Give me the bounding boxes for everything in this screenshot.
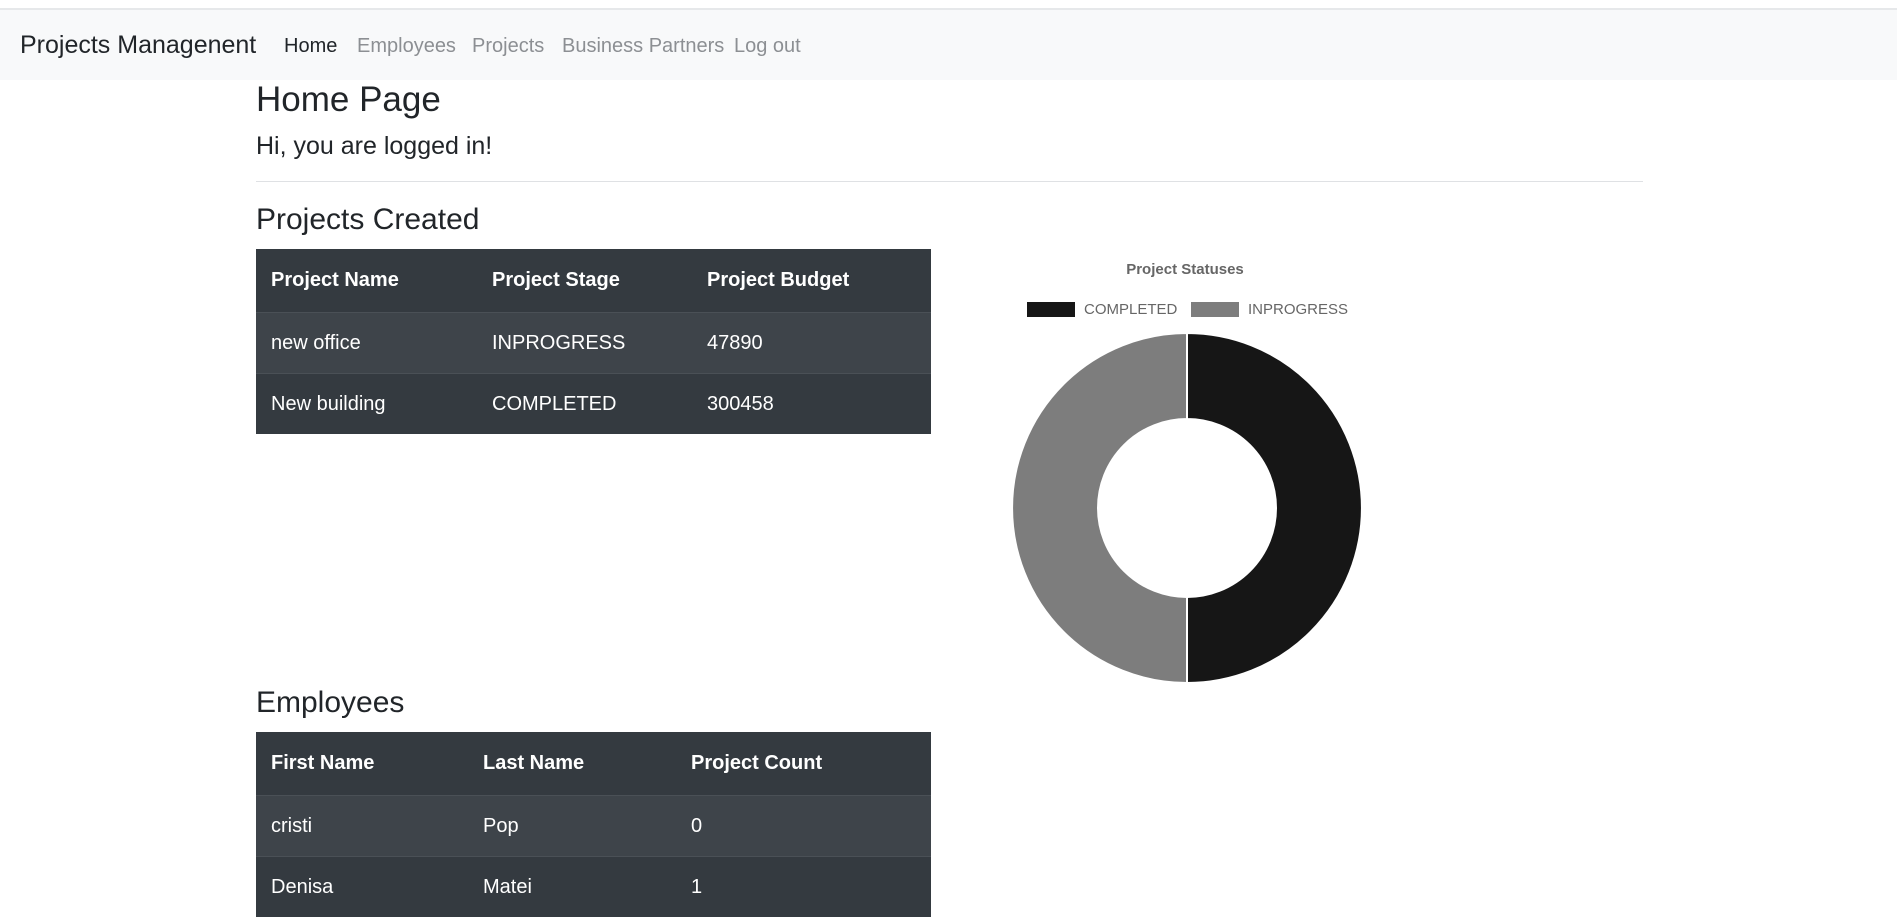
nav-link-log-out[interactable]: Log out: [734, 35, 801, 58]
table-cell: new office: [271, 331, 361, 354]
table-cell: COMPLETED: [492, 392, 617, 415]
nav-link-employees[interactable]: Employees: [357, 35, 456, 58]
project-statuses-chart: Project Statuses COMPLETED INPROGRESS: [990, 250, 1380, 690]
table-cell: 1: [691, 875, 703, 898]
table-cell: Denisa: [271, 875, 334, 898]
divider: [256, 181, 1643, 182]
nav-link-projects[interactable]: Projects: [472, 35, 544, 58]
table-row: cristi Pop 0: [256, 795, 931, 856]
table-header-row: First Name Last Name Project Count: [256, 732, 931, 795]
table-row: Denisa Matei 1: [256, 856, 931, 917]
table-cell: 300458: [707, 392, 774, 415]
navbar-brand[interactable]: Projects Managenent: [20, 31, 256, 60]
slice-inprogress[interactable]: [1011, 331, 1188, 685]
table-cell: Pop: [483, 814, 519, 837]
nav-link-home[interactable]: Home: [284, 35, 337, 58]
table-cell: New building: [271, 392, 386, 415]
projects-table: Project Name Project Stage Project Budge…: [256, 249, 931, 434]
column-header: Project Stage: [492, 269, 620, 291]
donut-chart: [1011, 331, 1363, 685]
table-cell: 47890: [707, 331, 763, 354]
column-header: Last Name: [483, 752, 585, 774]
projects-heading: Projects Created: [256, 203, 480, 236]
employees-table: First Name Last Name Project Count crist…: [256, 732, 931, 917]
employees-heading: Employees: [256, 686, 405, 719]
table-cell: INPROGRESS: [492, 331, 626, 354]
table-header-row: Project Name Project Stage Project Budge…: [256, 249, 931, 312]
table-cell: 0: [691, 814, 703, 837]
column-header: Project Name: [271, 269, 399, 291]
column-header: Project Count: [691, 752, 823, 774]
table-row: New building COMPLETED 300458: [256, 373, 931, 434]
greeting-text: Hi, you are logged in!: [256, 132, 493, 160]
column-header: First Name: [271, 752, 375, 774]
nav-link-business-partners[interactable]: Business Partners: [562, 35, 724, 58]
page-title: Home Page: [256, 80, 441, 119]
navbar: Projects Managenent Home Employees Proje…: [0, 10, 1897, 80]
column-header: Project Budget: [707, 269, 850, 291]
slice-completed[interactable]: [1186, 331, 1363, 685]
table-cell: Matei: [483, 875, 532, 898]
table-row: new office INPROGRESS 47890: [256, 312, 931, 373]
table-cell: cristi: [271, 814, 313, 837]
